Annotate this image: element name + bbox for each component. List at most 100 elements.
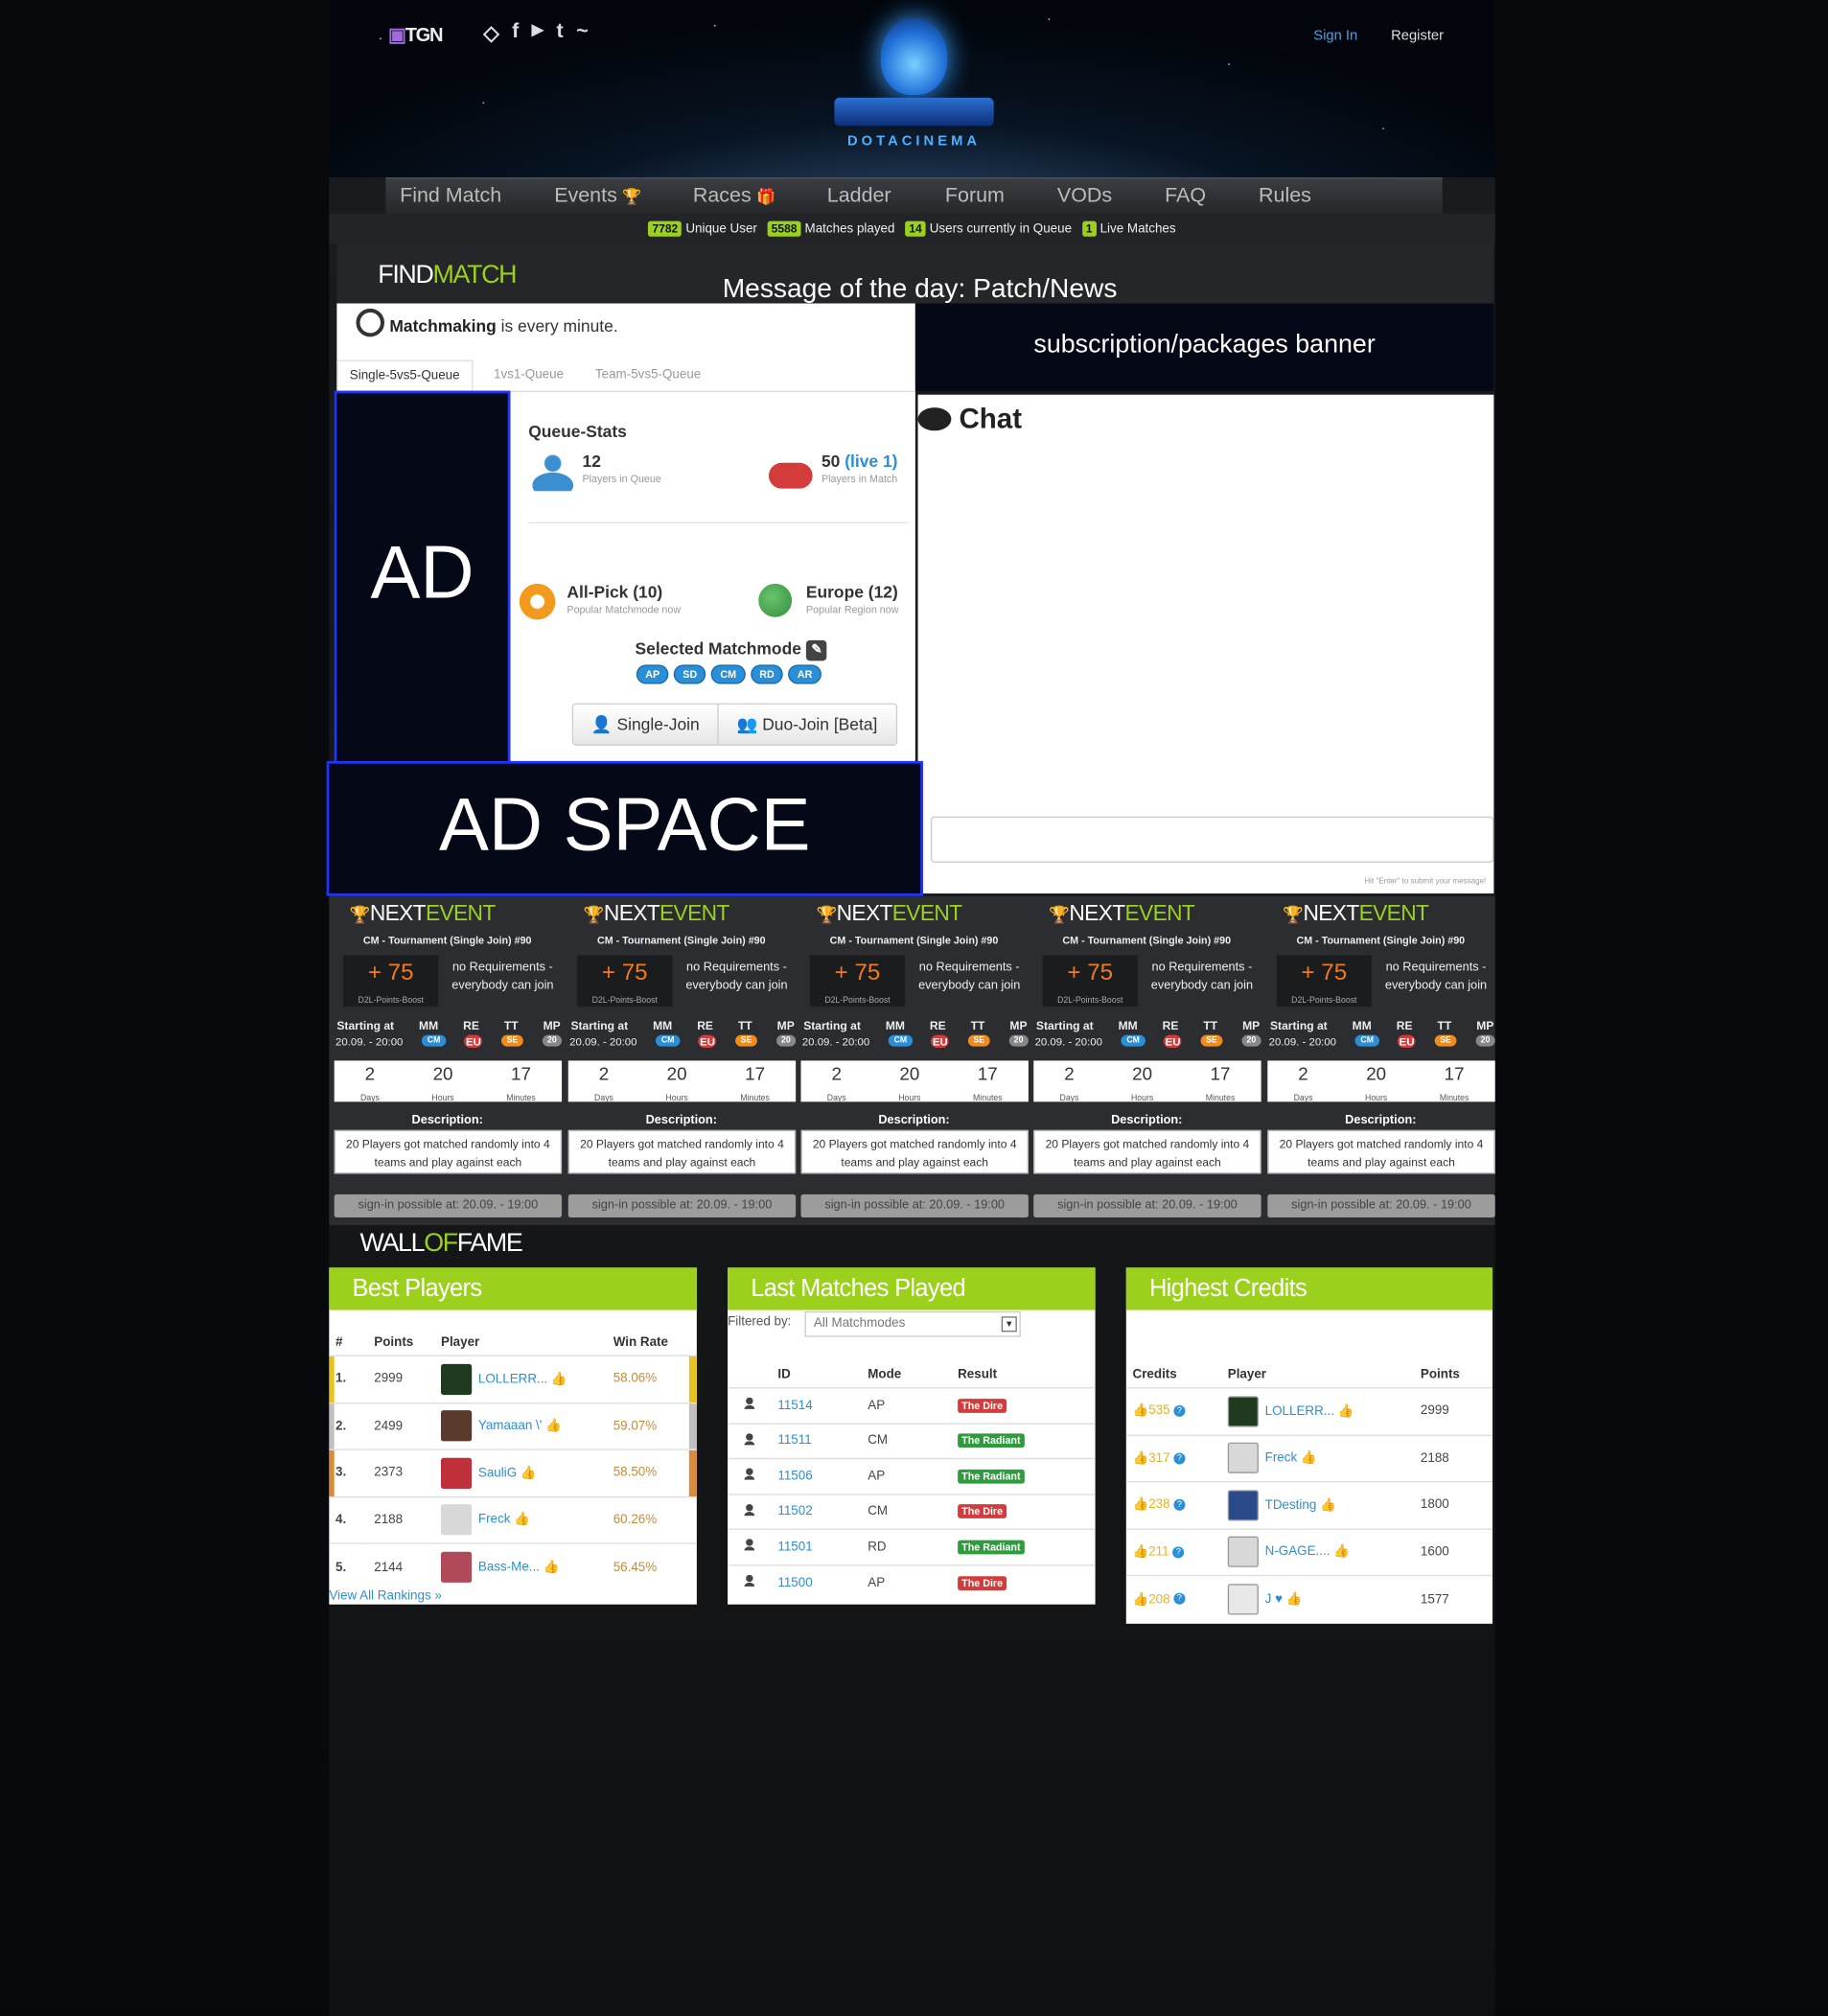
event-countdown: 2 Days 20 Hours 17 Minutes bbox=[1033, 1060, 1261, 1103]
nav-forum[interactable]: Forum bbox=[945, 184, 1005, 207]
event-signin-button[interactable]: sign-in possible at: 20.09. - 19:00 bbox=[800, 1193, 1029, 1218]
player-link[interactable]: Yamaaan \' bbox=[478, 1419, 542, 1433]
match-id-link[interactable]: 11511 bbox=[777, 1434, 811, 1448]
mode-pill-ap[interactable]: AP bbox=[637, 665, 668, 684]
help-icon[interactable]: ? bbox=[1173, 1498, 1186, 1511]
event-description[interactable]: 20 Players got matched randomly into 4 t… bbox=[1267, 1129, 1495, 1174]
event-description[interactable]: 20 Players got matched randomly into 4 t… bbox=[567, 1129, 797, 1174]
col-mode: Mode bbox=[868, 1367, 902, 1382]
nav-faq[interactable]: FAQ bbox=[1165, 184, 1206, 207]
site-logo[interactable]: DOTACINEMA bbox=[818, 17, 1010, 154]
event-description[interactable]: 20 Players got matched randomly into 4 t… bbox=[334, 1129, 563, 1174]
single-join-button[interactable]: 👤 Single-Join bbox=[573, 704, 718, 745]
event-signin-button[interactable]: sign-in possible at: 20.09. - 19:00 bbox=[334, 1193, 563, 1218]
event-name[interactable]: CM - Tournament (Single Join) #90 bbox=[798, 935, 1030, 946]
tab-team-5vs5[interactable]: Team-5vs5-Queue bbox=[584, 360, 712, 391]
avatar[interactable] bbox=[1227, 1396, 1259, 1427]
match-id-link[interactable]: 11501 bbox=[777, 1540, 812, 1554]
event-description[interactable]: 20 Players got matched randomly into 4 t… bbox=[800, 1129, 1029, 1174]
tab-single-5vs5[interactable]: Single-5vs5-Queue bbox=[336, 359, 474, 391]
description-label: Description: bbox=[1111, 1113, 1183, 1128]
event-description[interactable]: 20 Players got matched randomly into 4 t… bbox=[1033, 1129, 1261, 1174]
player-link[interactable]: SauliG bbox=[478, 1466, 517, 1480]
match-id-link[interactable]: 11506 bbox=[777, 1470, 812, 1484]
match-id-link[interactable]: 11514 bbox=[777, 1399, 812, 1413]
avatar[interactable] bbox=[1227, 1489, 1259, 1521]
avatar[interactable] bbox=[1227, 1536, 1259, 1568]
player-link[interactable]: N-GAGE.... bbox=[1265, 1545, 1331, 1560]
player-link[interactable]: Freck bbox=[1265, 1451, 1298, 1466]
trophy-icon: 🏆 bbox=[349, 905, 371, 925]
avatar[interactable] bbox=[440, 1551, 473, 1583]
globe-icon bbox=[758, 583, 793, 617]
player-link[interactable]: Freck bbox=[478, 1513, 511, 1527]
player-link[interactable]: LOLLERR... bbox=[1265, 1404, 1334, 1419]
matchmode-filter-select[interactable]: All Matchmodes ▼ bbox=[804, 1310, 1021, 1337]
event-name[interactable]: CM - Tournament (Single Join) #90 bbox=[1265, 935, 1496, 946]
help-icon[interactable]: ? bbox=[1173, 1593, 1186, 1606]
event-signin-button[interactable]: sign-in possible at: 20.09. - 19:00 bbox=[1033, 1193, 1261, 1218]
mode-pill-sd[interactable]: SD bbox=[675, 665, 706, 684]
findmatch-title: FINDMATCH bbox=[378, 261, 517, 290]
mode-pill-rd[interactable]: RD bbox=[752, 665, 782, 684]
facebook-icon[interactable]: f bbox=[512, 20, 519, 46]
avatar[interactable] bbox=[1227, 1443, 1259, 1474]
avatar[interactable] bbox=[440, 1410, 473, 1442]
youtube-icon[interactable]: ▶ bbox=[532, 20, 544, 46]
player-link[interactable]: J ♥ bbox=[1265, 1592, 1283, 1607]
nav-find-match[interactable]: Find Match bbox=[400, 184, 501, 207]
avatar[interactable] bbox=[440, 1457, 473, 1489]
table-row: 4. 2188 Freck 👍 60.26% bbox=[329, 1495, 697, 1543]
help-icon[interactable]: ? bbox=[1172, 1545, 1185, 1558]
tgn-logo[interactable]: ▣TGN bbox=[388, 23, 443, 46]
duo-join-button[interactable]: 👥 Duo-Join [Beta] bbox=[717, 704, 896, 745]
user-icon: 👤 bbox=[590, 714, 613, 734]
auth-links: Sign In Register bbox=[1313, 29, 1444, 44]
player-link[interactable]: LOLLERR... bbox=[478, 1372, 547, 1386]
trophy-icon: 🏆 bbox=[622, 187, 642, 205]
player-link[interactable]: TDesting bbox=[1265, 1498, 1317, 1513]
nav-races[interactable]: Races bbox=[693, 184, 752, 207]
queue-stats-title: Queue-Stats bbox=[528, 421, 627, 441]
player-link[interactable]: Bass-Me... bbox=[478, 1561, 540, 1575]
help-icon[interactable]: ? bbox=[1173, 1451, 1186, 1464]
table-row: 11506 AP The Radiant bbox=[728, 1457, 1096, 1495]
tab-1vs1[interactable]: 1vs1-Queue bbox=[482, 360, 575, 391]
ad-side[interactable]: AD bbox=[334, 390, 511, 764]
mode-pill-cm[interactable]: CM bbox=[712, 665, 745, 684]
subscription-banner[interactable]: subscription/packages banner bbox=[914, 303, 1494, 391]
event-name[interactable]: CM - Tournament (Single Join) #90 bbox=[332, 935, 563, 946]
gamepad-icon bbox=[768, 462, 813, 489]
twitter-icon[interactable]: t bbox=[557, 20, 564, 46]
nav-rules[interactable]: Rules bbox=[1259, 184, 1311, 207]
chat-icon bbox=[917, 407, 952, 431]
steam-icon[interactable]: ◇ bbox=[483, 20, 499, 46]
thumbs-up-icon: 👍 bbox=[1300, 1450, 1317, 1466]
event-title: 🏆NEXTEVENT bbox=[1049, 901, 1195, 926]
match-id-link[interactable]: 11500 bbox=[777, 1576, 812, 1590]
twitch-icon[interactable]: ~ bbox=[576, 20, 589, 46]
event-signin-button[interactable]: sign-in possible at: 20.09. - 19:00 bbox=[567, 1193, 797, 1218]
sign-in-link[interactable]: Sign In bbox=[1313, 29, 1357, 44]
gift-icon: 🎁 bbox=[756, 187, 776, 205]
help-icon[interactable]: ? bbox=[1173, 1404, 1186, 1418]
nav-vods[interactable]: VODs bbox=[1057, 184, 1112, 207]
avatar[interactable] bbox=[440, 1363, 473, 1395]
popular-mode-label: Popular Matchmode now bbox=[567, 604, 682, 616]
avatar[interactable] bbox=[440, 1504, 473, 1536]
event-name[interactable]: CM - Tournament (Single Join) #90 bbox=[1031, 935, 1262, 946]
ad-bottom[interactable]: AD SPACE bbox=[326, 760, 923, 896]
register-link[interactable]: Register bbox=[1391, 29, 1444, 44]
edit-icon[interactable]: ✎ bbox=[806, 639, 827, 660]
view-all-rankings-link[interactable]: View All Rankings » bbox=[329, 1589, 442, 1604]
chat-input[interactable] bbox=[930, 816, 1494, 863]
event-name[interactable]: CM - Tournament (Single Join) #90 bbox=[566, 935, 797, 946]
nav-events[interactable]: Events bbox=[554, 184, 617, 207]
match-id-link[interactable]: 11502 bbox=[777, 1504, 812, 1518]
mode-pill-ar[interactable]: AR bbox=[789, 665, 821, 684]
avatar[interactable] bbox=[1227, 1584, 1259, 1615]
description-label: Description: bbox=[1345, 1113, 1417, 1128]
nav-ladder[interactable]: Ladder bbox=[827, 184, 891, 207]
event-signin-button[interactable]: sign-in possible at: 20.09. - 19:00 bbox=[1267, 1193, 1495, 1218]
table-row: 👍208 ? J ♥ 👍 1577 bbox=[1125, 1574, 1493, 1623]
